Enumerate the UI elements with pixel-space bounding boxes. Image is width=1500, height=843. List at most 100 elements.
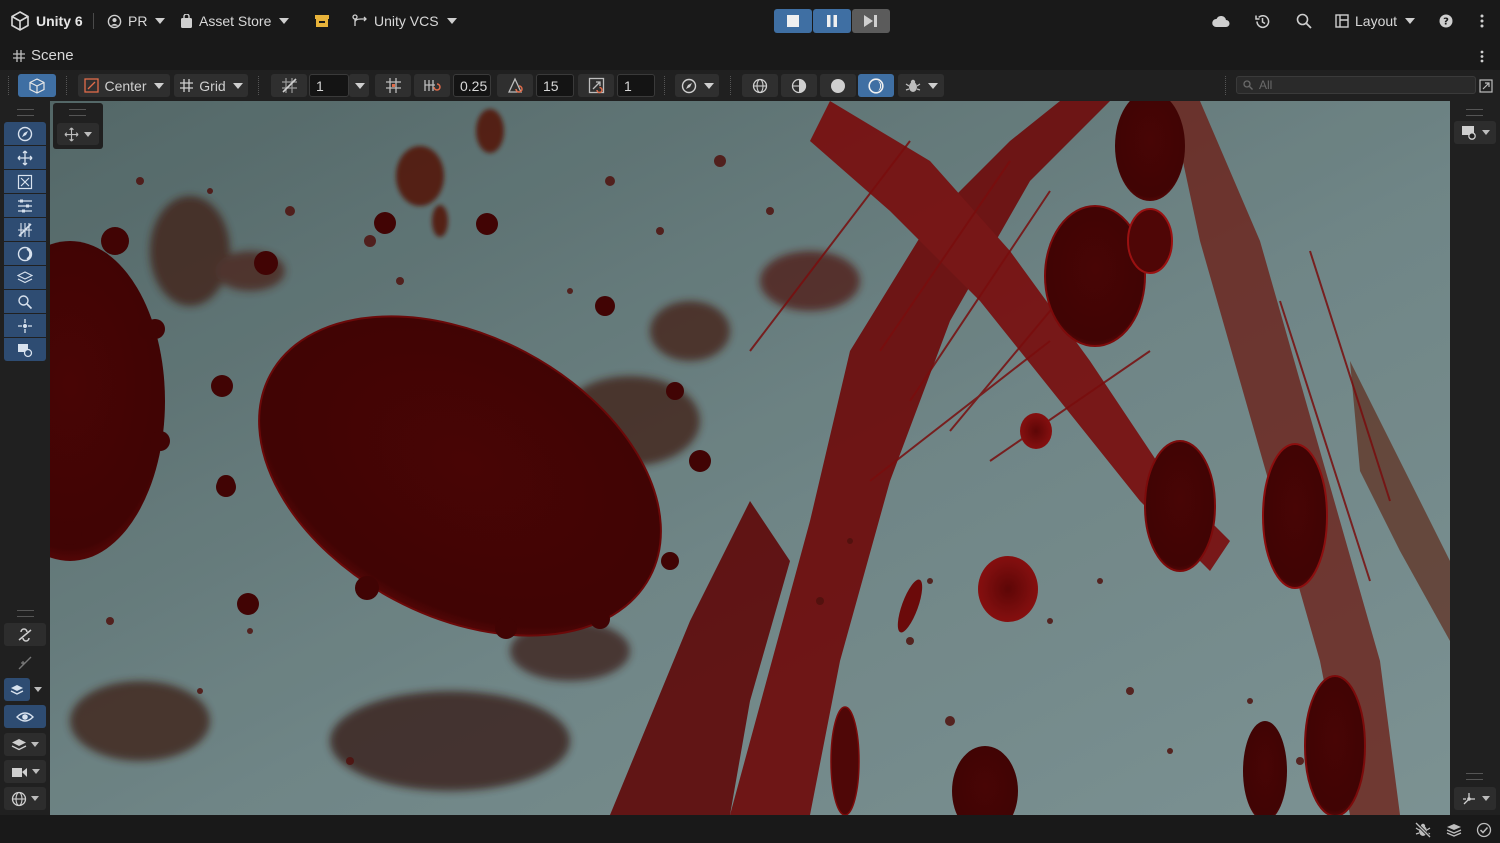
grid-size-dropdown[interactable] <box>349 74 369 97</box>
chevron-down-icon <box>31 742 39 747</box>
panel-drag-handle[interactable] <box>1466 109 1483 116</box>
debug-dropdown[interactable] <box>898 74 944 97</box>
chevron-down-icon <box>927 82 938 89</box>
asset-store-dropdown[interactable]: Asset Store <box>180 9 290 33</box>
grid-snap-icon <box>281 77 298 94</box>
more-vertical-icon <box>1480 14 1484 28</box>
package-button[interactable] <box>314 9 330 33</box>
view-options-dropdown[interactable] <box>1454 121 1496 144</box>
panel-drag-handle[interactable] <box>17 610 34 617</box>
grid-size-field[interactable]: 1 <box>309 74 349 97</box>
shading-shaded-button[interactable] <box>820 74 856 97</box>
layers-dropdown[interactable] <box>4 733 46 756</box>
cloud-icon <box>1211 15 1230 28</box>
layout-dropdown[interactable]: Layout <box>1335 9 1416 33</box>
help-button[interactable]: ? <box>1439 9 1453 33</box>
scale-tool-button[interactable] <box>4 194 46 217</box>
pivot-tool-button[interactable] <box>4 314 46 337</box>
scene-right-overlay <box>1450 101 1500 815</box>
shading-wireframe-button[interactable] <box>742 74 778 97</box>
orientation-button[interactable] <box>18 74 56 97</box>
increment-snap-icon <box>423 77 441 94</box>
draw-mode-dropdown[interactable] <box>675 74 719 97</box>
rotation-snap-toggle[interactable] <box>497 74 533 97</box>
unity-menu[interactable]: Unity 6 <box>10 9 83 33</box>
debug-status-button[interactable] <box>1415 822 1431 838</box>
panel-drag-handle[interactable] <box>69 109 86 116</box>
branch-icon <box>352 14 368 28</box>
account-icon <box>107 14 122 29</box>
chevron-down-icon <box>1405 18 1416 24</box>
scene-more-button[interactable] <box>1480 50 1484 63</box>
panel-drag-handle[interactable] <box>17 109 34 116</box>
cloud-button[interactable] <box>1211 9 1230 33</box>
tools-overlay <box>0 101 50 815</box>
progress-status-button[interactable] <box>1476 822 1492 838</box>
grid-dropdown[interactable]: Grid <box>174 74 248 97</box>
scene-search-input[interactable]: All <box>1236 76 1476 94</box>
lighting-toggle[interactable] <box>4 623 46 646</box>
toolbar-grip <box>258 76 261 95</box>
grid-snap-toggle[interactable] <box>271 74 307 97</box>
shading-rendered-button[interactable] <box>858 74 894 97</box>
gizmos-dropdown[interactable] <box>4 787 46 810</box>
account-label: PR <box>128 13 148 29</box>
snap-to-grid-button[interactable] <box>375 74 411 97</box>
toolbar-grip <box>1225 76 1228 95</box>
view-tool-button[interactable] <box>4 122 46 145</box>
shading-shaded-wireframe-button[interactable] <box>781 74 817 97</box>
grid-label: Grid <box>199 77 226 94</box>
cache-status-button[interactable] <box>1446 822 1462 838</box>
maximize-scene-button[interactable] <box>1477 74 1495 97</box>
chevron-down-icon <box>84 131 92 137</box>
vcs-label: Unity VCS <box>374 13 439 29</box>
vcs-dropdown[interactable]: Unity VCS <box>352 9 457 33</box>
toolbar-grip <box>664 76 667 95</box>
scale-snap-toggle[interactable] <box>578 74 614 97</box>
pivot-mode-dropdown[interactable]: Center <box>78 74 170 97</box>
step-button[interactable] <box>852 9 890 33</box>
layers-tool-button[interactable] <box>4 266 46 289</box>
rotate-icon <box>17 174 33 190</box>
stop-icon <box>787 15 799 27</box>
transform-handle-dropdown[interactable] <box>57 123 99 145</box>
scene-view-toggle[interactable] <box>4 705 46 728</box>
more-vertical-icon <box>1480 50 1484 63</box>
rect-tool-button[interactable] <box>4 218 46 241</box>
rendered-sphere-icon <box>868 77 884 94</box>
pause-button[interactable] <box>813 9 851 33</box>
rotate-tool-button[interactable] <box>4 170 46 193</box>
stop-button[interactable] <box>774 9 812 33</box>
sliders-icon <box>17 198 33 214</box>
account-dropdown[interactable]: PR <box>107 9 166 33</box>
overlay-mini-toolbar <box>53 103 103 149</box>
transform-tool-button[interactable] <box>4 242 46 265</box>
panel-drag-handle[interactable] <box>1466 773 1483 780</box>
move-tool-button[interactable] <box>4 146 46 169</box>
tab-scene[interactable]: Scene <box>13 47 74 64</box>
pivot-point-icon <box>17 318 33 334</box>
scene-viewport[interactable] <box>50 101 1450 815</box>
camera-dropdown[interactable] <box>4 760 46 783</box>
increment-snap-field[interactable]: 0.25 <box>453 74 491 97</box>
search-button[interactable] <box>1296 9 1312 33</box>
scene-tab-label: Scene <box>31 47 74 64</box>
rotation-snap-field[interactable]: 15 <box>536 74 574 97</box>
increment-snap-toggle[interactable] <box>414 74 450 97</box>
scene-visibility-button[interactable] <box>4 678 30 701</box>
zoom-icon <box>17 294 33 310</box>
main-toolbar: Unity 6 PR Asset Store Unity VCS Layout … <box>0 0 1500 42</box>
gizmo-orientation-dropdown[interactable] <box>1454 787 1496 810</box>
move-icon <box>17 150 33 166</box>
scene-visibility-dropdown[interactable] <box>30 678 46 701</box>
history-button[interactable] <box>1254 9 1271 33</box>
fx-toggle[interactable] <box>4 651 46 674</box>
scale-snap-field[interactable]: 1 <box>617 74 655 97</box>
toolbar-grip <box>66 76 69 95</box>
main-more-button[interactable] <box>1480 9 1484 33</box>
zoom-tool-button[interactable] <box>4 290 46 313</box>
app-name: Unity 6 <box>36 13 83 29</box>
wireframe-sphere-icon <box>752 78 768 94</box>
cube-icon <box>29 77 45 94</box>
custom-tool-button[interactable] <box>4 338 46 361</box>
